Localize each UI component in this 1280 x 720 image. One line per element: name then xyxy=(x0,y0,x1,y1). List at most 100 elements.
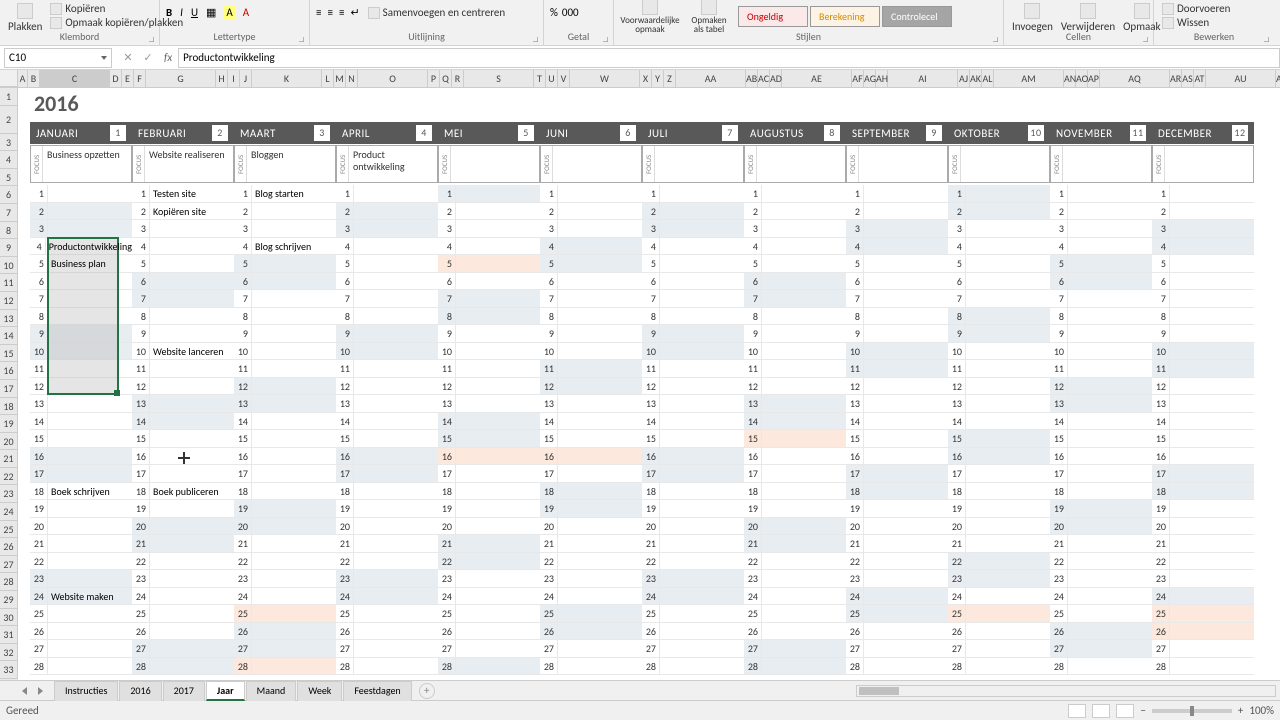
day-cell[interactable]: 27 xyxy=(540,640,642,658)
day-cell[interactable]: 20 xyxy=(132,518,234,536)
day-cell[interactable]: 21 xyxy=(1050,535,1152,553)
zoom-slider[interactable] xyxy=(1152,709,1232,713)
day-cell[interactable]: 6 xyxy=(132,273,234,291)
day-cell[interactable]: 23 xyxy=(540,570,642,588)
col-header-AB[interactable]: AB xyxy=(746,70,758,87)
day-cell[interactable]: 22 xyxy=(438,553,540,571)
border-button[interactable]: ▦ xyxy=(206,6,216,19)
day-cell[interactable]: 10 xyxy=(438,343,540,361)
day-cell[interactable]: 18 xyxy=(846,483,948,501)
cancel-fx-button[interactable]: ✕ xyxy=(120,50,136,66)
day-cell[interactable]: 28 xyxy=(132,658,234,676)
day-cell[interactable]: 19 xyxy=(234,500,336,518)
day-cell[interactable]: 19 xyxy=(336,500,438,518)
col-header-Y[interactable]: Y xyxy=(652,70,664,87)
day-cell[interactable]: 18 xyxy=(1152,483,1254,501)
day-cell[interactable]: 10 xyxy=(540,343,642,361)
day-cell[interactable]: 19 xyxy=(642,500,744,518)
day-cell[interactable]: 24 xyxy=(744,588,846,606)
col-header-C[interactable]: C xyxy=(40,70,110,87)
day-cell[interactable]: 4Productontwikkeling xyxy=(30,238,132,256)
day-cell[interactable]: 10 xyxy=(336,343,438,361)
day-cell[interactable]: 27 xyxy=(1152,640,1254,658)
day-cell[interactable]: 7 xyxy=(234,290,336,308)
day-cell[interactable]: 2 xyxy=(642,203,744,221)
day-cell[interactable]: 14 xyxy=(540,413,642,431)
day-cell[interactable]: 23 xyxy=(744,570,846,588)
sheet-tab-instructies[interactable]: Instructies xyxy=(54,681,118,701)
day-cell[interactable]: 24 xyxy=(1152,588,1254,606)
day-cell[interactable]: 21 xyxy=(846,535,948,553)
day-cell[interactable]: 21 xyxy=(540,535,642,553)
day-cell[interactable]: 17 xyxy=(30,465,132,483)
day-cell[interactable]: 28 xyxy=(234,658,336,676)
row-header-5[interactable]: 5 xyxy=(0,169,18,187)
day-cell[interactable]: 12 xyxy=(336,378,438,396)
row-header-22[interactable]: 22 xyxy=(0,468,18,486)
day-cell[interactable]: 2 xyxy=(744,203,846,221)
day-cell[interactable]: 13 xyxy=(132,395,234,413)
day-cell[interactable]: 6 xyxy=(846,273,948,291)
day-cell[interactable]: 9 xyxy=(846,325,948,343)
day-cell[interactable]: 13 xyxy=(948,395,1050,413)
focus-cell-2[interactable]: FOCUSBloggen xyxy=(234,145,336,183)
col-header-U[interactable]: U xyxy=(546,70,558,87)
day-cell[interactable]: 23 xyxy=(30,570,132,588)
day-cell[interactable]: 2 xyxy=(1152,203,1254,221)
day-cell[interactable]: 2Kopiëren site xyxy=(132,203,234,221)
align-top-button[interactable]: ≡ xyxy=(316,6,321,19)
day-cell[interactable]: 9 xyxy=(234,325,336,343)
day-cell[interactable]: 15 xyxy=(744,430,846,448)
day-cell[interactable]: 15 xyxy=(336,430,438,448)
tab-nav-prev[interactable] xyxy=(20,685,32,697)
day-cell[interactable]: 4 xyxy=(642,238,744,256)
day-cell[interactable]: 27 xyxy=(1050,640,1152,658)
day-cell[interactable]: 1 xyxy=(642,185,744,203)
row-header-32[interactable]: 32 xyxy=(0,644,18,662)
col-header-AU[interactable]: AU xyxy=(1206,70,1276,87)
day-cell[interactable]: 23 xyxy=(1152,570,1254,588)
day-cell[interactable]: 17 xyxy=(438,465,540,483)
day-cell[interactable]: 10 xyxy=(846,343,948,361)
style-invalid[interactable]: Ongeldig xyxy=(738,6,808,27)
day-cell[interactable]: 14 xyxy=(948,413,1050,431)
day-cell[interactable]: 3 xyxy=(744,220,846,238)
day-cell[interactable]: 14 xyxy=(1050,413,1152,431)
day-cell[interactable]: 22 xyxy=(744,553,846,571)
col-header-AP[interactable]: AP xyxy=(1088,70,1100,87)
row-header-19[interactable]: 19 xyxy=(0,415,18,433)
day-cell[interactable]: 19 xyxy=(540,500,642,518)
day-cell[interactable]: 14 xyxy=(846,413,948,431)
col-header-X[interactable]: X xyxy=(640,70,652,87)
day-cell[interactable]: 24 xyxy=(1050,588,1152,606)
day-cell[interactable]: 18 xyxy=(642,483,744,501)
day-cell[interactable]: 1 xyxy=(1152,185,1254,203)
underline-button[interactable]: U xyxy=(191,6,198,19)
day-cell[interactable]: 11 xyxy=(744,360,846,378)
day-cell[interactable]: 11 xyxy=(234,360,336,378)
col-header-B[interactable]: B xyxy=(28,70,40,87)
day-cell[interactable]: 5Business plan xyxy=(30,255,132,273)
day-cell[interactable]: 14 xyxy=(132,413,234,431)
row-header-29[interactable]: 29 xyxy=(0,591,18,609)
day-cell[interactable]: 28 xyxy=(846,658,948,676)
day-cell[interactable]: 14 xyxy=(438,413,540,431)
day-cell[interactable]: 4 xyxy=(948,238,1050,256)
day-cell[interactable]: 8 xyxy=(948,308,1050,326)
comma-button[interactable]: 000 xyxy=(562,6,579,19)
day-cell[interactable]: 10 xyxy=(1050,343,1152,361)
row-header-27[interactable]: 27 xyxy=(0,556,18,574)
day-cell[interactable]: 25 xyxy=(1152,605,1254,623)
day-cell[interactable]: 5 xyxy=(744,255,846,273)
day-cell[interactable]: 4 xyxy=(1152,238,1254,256)
day-cell[interactable]: 15 xyxy=(642,430,744,448)
day-cell[interactable]: 18 xyxy=(744,483,846,501)
row-header-24[interactable]: 24 xyxy=(0,503,18,521)
day-cell[interactable]: 1 xyxy=(1050,185,1152,203)
day-cell[interactable]: 21 xyxy=(642,535,744,553)
day-cell[interactable]: 24 xyxy=(948,588,1050,606)
view-normal-button[interactable] xyxy=(1068,704,1086,718)
col-header-AO[interactable]: AO xyxy=(1076,70,1088,87)
day-cell[interactable]: 22 xyxy=(540,553,642,571)
day-cell[interactable]: 25 xyxy=(540,605,642,623)
